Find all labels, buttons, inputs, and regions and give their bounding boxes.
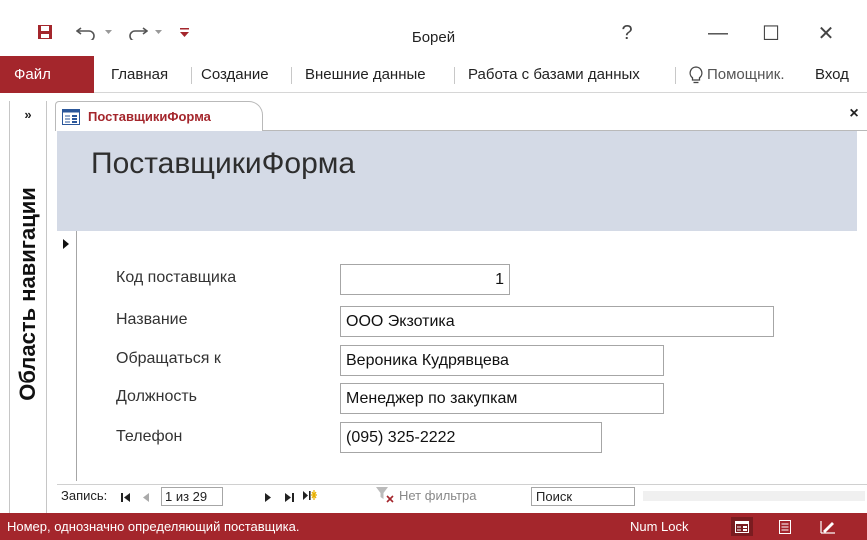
filter-label[interactable]: Нет фильтра [399, 488, 476, 503]
expand-nav-pane-icon[interactable]: » [10, 107, 46, 127]
design-view-icon[interactable] [817, 517, 839, 536]
close-window-button[interactable]: ✕ [811, 18, 841, 48]
form-view-icon[interactable] [731, 517, 753, 536]
tab-create[interactable]: Создание [201, 56, 269, 93]
tab-database-tools[interactable]: Работа с базами данных [468, 56, 640, 93]
supplier-id-label: Код поставщика [116, 269, 237, 286]
record-selector[interactable] [57, 231, 77, 481]
form-title: ПоставщикиФорма [91, 147, 356, 180]
signin-button[interactable]: Вход [815, 56, 849, 93]
position-field[interactable]: Менеджер по закупкам [340, 383, 664, 414]
numlock-indicator: Num Lock [630, 519, 689, 534]
current-record-arrow-icon [63, 239, 69, 249]
tab-external-data[interactable]: Внешние данные [305, 56, 426, 93]
tab-separator [675, 67, 676, 84]
document-tab-label: ПоставщикиФорма [88, 109, 211, 124]
record-navigation-bar: Запись: 1 из 29 Нет фильтра Поиск [57, 484, 867, 507]
position-label: Должность [116, 388, 197, 405]
tab-home[interactable]: Главная [111, 56, 168, 93]
tab-separator [291, 67, 292, 84]
navigation-pane-label: Область навигации [15, 187, 40, 401]
status-text: Номер, однозначно определяющий поставщик… [7, 519, 300, 534]
previous-record-icon[interactable] [143, 490, 149, 505]
new-record-icon[interactable] [303, 489, 317, 504]
navigation-pane-bar[interactable]: Область навигации [10, 187, 46, 540]
ribbon-tabs: Файл Главная Создание Внешние данные Раб… [0, 56, 867, 93]
navigation-pane: » Область навигации [9, 101, 47, 513]
document-area: ПоставщикиФорма × ПоставщикиФорма Код по… [55, 101, 867, 513]
close-document-icon[interactable]: × [843, 105, 865, 127]
document-tab[interactable]: ПоставщикиФорма [55, 101, 263, 131]
record-label: Запись: [61, 488, 108, 503]
record-position-input[interactable]: 1 из 29 [161, 487, 223, 506]
company-name-label: Название [116, 311, 188, 328]
lightbulb-icon [689, 65, 703, 84]
tab-separator [191, 67, 192, 84]
phone-field[interactable]: (095) 325-2222 [340, 422, 602, 453]
minimize-button[interactable]: — [703, 18, 733, 48]
contact-name-label: Обращаться к [116, 350, 221, 367]
title-bar: Борей ? — ☐ ✕ [0, 0, 867, 56]
next-record-icon[interactable] [265, 490, 271, 505]
tab-separator [454, 67, 455, 84]
no-filter-icon[interactable] [375, 486, 395, 507]
supplier-id-field[interactable]: 1 [340, 264, 510, 295]
maximize-button[interactable]: ☐ [756, 18, 786, 48]
horizontal-scrollbar[interactable] [643, 491, 865, 501]
assistant-button[interactable]: Помощник. [689, 56, 785, 93]
first-record-icon[interactable] [121, 490, 130, 505]
window-title: Борей [411, 29, 456, 46]
status-bar: Номер, однозначно определяющий поставщик… [0, 513, 867, 540]
form-header: ПоставщикиФорма [57, 131, 857, 231]
search-input[interactable]: Поиск [531, 487, 635, 506]
layout-view-icon[interactable] [774, 517, 796, 536]
phone-label: Телефон [116, 428, 183, 445]
form-icon [62, 108, 80, 125]
contact-name-field[interactable]: Вероника Кудрявцева [340, 345, 664, 376]
last-record-icon[interactable] [285, 490, 294, 505]
company-name-field[interactable]: ООО Экзотика [340, 306, 774, 337]
assistant-label: Помощник. [707, 66, 785, 83]
help-button[interactable]: ? [612, 18, 642, 48]
form-detail: Код поставщика 1 Название ООО Экзотика О… [78, 231, 857, 481]
tab-file[interactable]: Файл [0, 56, 94, 93]
